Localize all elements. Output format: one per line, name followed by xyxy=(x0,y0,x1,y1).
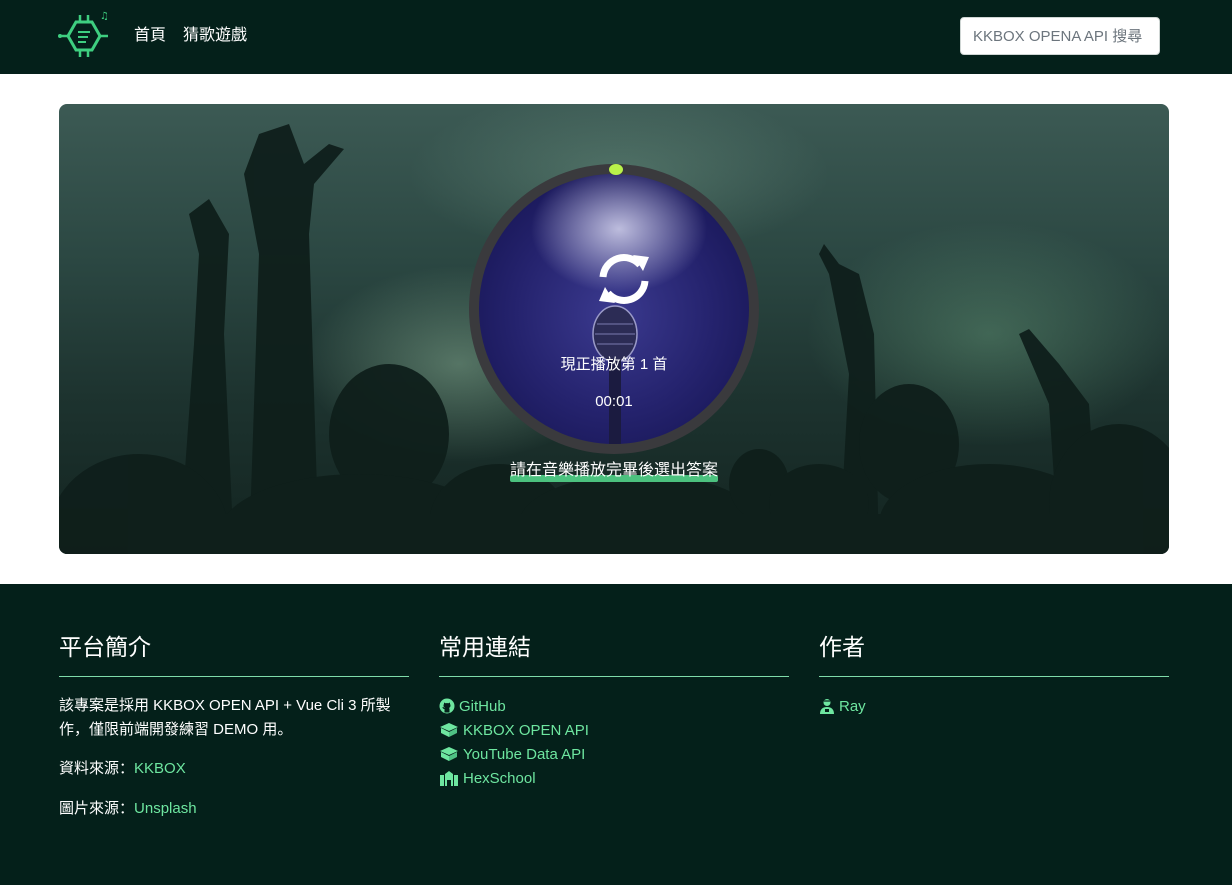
about-title: 平台簡介 xyxy=(59,634,151,660)
link-kkbox-api[interactable]: KKBOX OPEN API xyxy=(439,718,589,742)
links-title: 常用連結 xyxy=(439,634,531,660)
divider xyxy=(819,676,1169,677)
link-youtube-api[interactable]: YouTube Data API xyxy=(439,742,589,766)
github-icon xyxy=(439,698,455,714)
playback-timer: 00:01 xyxy=(595,393,633,410)
author-item[interactable]: Ray xyxy=(819,694,866,718)
hero-banner: 現正播放第 1 首 00:01 請在音樂播放完畢後選出答案 xyxy=(59,104,1169,554)
author-list: Ray xyxy=(819,694,866,718)
navbar: ♫ 首頁 猜歌遊戲 xyxy=(0,0,1232,74)
link-label[interactable]: GitHub xyxy=(459,698,506,715)
kkbox-link[interactable]: KKBOX xyxy=(134,760,186,777)
link-label[interactable]: KKBOX OPEN API xyxy=(463,722,589,739)
links-list: GitHub KKBOX OPEN API YouTube Data API H… xyxy=(439,694,589,790)
progress-indicator xyxy=(609,164,623,175)
disc-artwork: 現正播放第 1 首 00:01 xyxy=(479,174,749,444)
nav-game-link[interactable]: 猜歌遊戲 xyxy=(183,25,247,47)
nav-home-link[interactable]: 首頁 xyxy=(134,25,166,47)
search-input[interactable] xyxy=(960,17,1160,55)
unsplash-link[interactable]: Unsplash xyxy=(134,800,197,817)
link-github[interactable]: GitHub xyxy=(439,694,589,718)
footer: 平台簡介 該專案是採用 KKBOX OPEN API + Vue Cli 3 所… xyxy=(0,584,1232,885)
logo-icon[interactable]: ♫ xyxy=(58,10,110,62)
link-hexschool[interactable]: HexSchool xyxy=(439,766,589,790)
image-source: 圖片來源：Unsplash xyxy=(59,798,197,820)
about-text: 該專案是採用 KKBOX OPEN API + Vue Cli 3 所製作，僅限… xyxy=(59,697,391,738)
author-title: 作者 xyxy=(819,634,865,660)
refresh-icon[interactable] xyxy=(593,251,655,307)
music-disc[interactable]: 現正播放第 1 首 00:01 xyxy=(469,164,759,454)
box-icon xyxy=(440,723,458,737)
data-source-label: 資料來源： xyxy=(59,760,135,777)
data-source: 資料來源：KKBOX xyxy=(59,758,186,780)
image-source-label: 圖片來源： xyxy=(59,800,135,817)
divider xyxy=(59,676,409,677)
box-icon xyxy=(440,747,458,761)
answer-hint: 請在音樂播放完畢後選出答案 xyxy=(510,462,719,479)
microphone-image xyxy=(592,305,638,444)
now-playing-text: 現正播放第 1 首 xyxy=(560,356,668,373)
user-icon xyxy=(820,699,834,714)
svg-text:♫: ♫ xyxy=(100,11,109,22)
link-label[interactable]: HexSchool xyxy=(463,770,536,787)
author-name-link[interactable]: Ray xyxy=(839,698,866,715)
school-icon xyxy=(440,771,458,786)
link-label[interactable]: YouTube Data API xyxy=(463,746,585,763)
divider xyxy=(439,676,789,677)
